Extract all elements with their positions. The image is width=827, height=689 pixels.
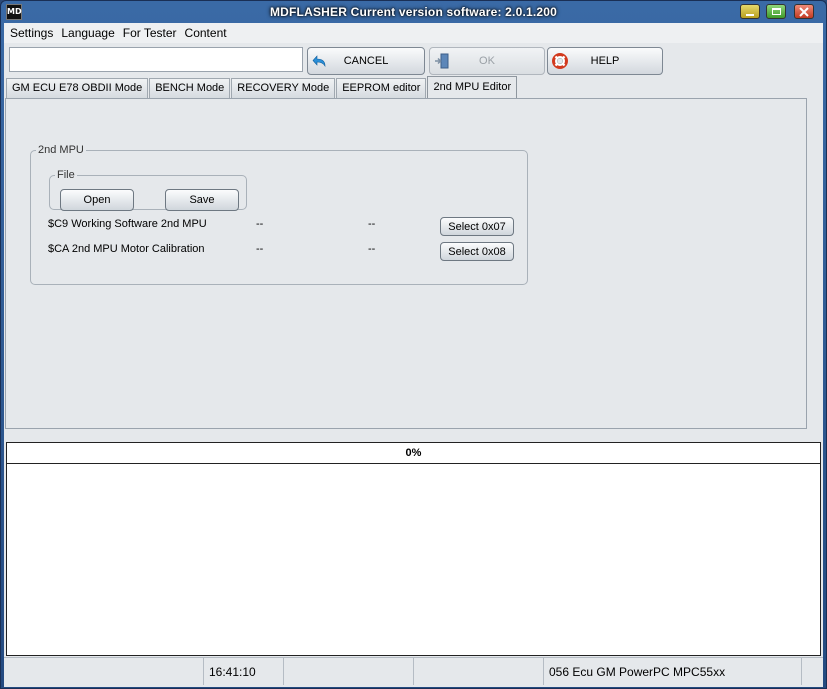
- window-title: MDFLASHER Current version software: 2.0.…: [269, 5, 558, 19]
- status-cell-3: [284, 657, 414, 685]
- maximize-button[interactable]: [766, 4, 786, 19]
- tab-bench-mode[interactable]: BENCH Mode: [149, 78, 231, 98]
- cancel-button[interactable]: CANCEL: [307, 47, 425, 75]
- tab-2nd-mpu-editor[interactable]: 2nd MPU Editor: [427, 76, 518, 98]
- row-ca-label: $CA 2nd MPU Motor Calibration: [48, 243, 205, 255]
- minimize-icon: [746, 13, 754, 16]
- menu-bar: Settings Language For Tester Content: [4, 23, 823, 43]
- title-bar[interactable]: MD MDFLASHER Current version software: 2…: [1, 1, 826, 23]
- group-file: File Open Save: [49, 169, 247, 211]
- group-2nd-mpu-label: 2nd MPU: [38, 144, 84, 156]
- toolbar-text-input[interactable]: [9, 47, 303, 72]
- save-file-button[interactable]: Save: [165, 189, 239, 211]
- tab-gm-ecu-e78-obdii-mode[interactable]: GM ECU E78 OBDII Mode: [6, 78, 149, 98]
- progress-text: 0%: [405, 447, 422, 459]
- maximize-icon: [771, 8, 781, 15]
- help-button-label: HELP: [590, 55, 620, 67]
- status-time: 16:41:10: [204, 657, 284, 685]
- open-file-button[interactable]: Open: [60, 189, 134, 211]
- row-ca-value2: --: [368, 243, 376, 255]
- ok-button-label: OK: [479, 55, 495, 67]
- tab-panel-2nd-mpu-editor: 2nd MPU File Open Save $C9 Working Softw…: [5, 98, 807, 429]
- menu-content[interactable]: Content: [181, 23, 231, 43]
- select-0x07-button[interactable]: Select 0x07: [440, 217, 514, 236]
- help-button[interactable]: HELP: [547, 47, 663, 75]
- status-ecu-type: 056 Ecu GM PowerPC MPC55xx: [544, 657, 802, 685]
- progress-bar: 0%: [6, 442, 821, 464]
- group-file-label: File: [57, 169, 75, 181]
- status-cell-6: [802, 657, 823, 685]
- row-ca-value1: --: [256, 243, 264, 255]
- app-logo-icon[interactable]: MD: [6, 4, 22, 20]
- door-enter-icon: [435, 53, 449, 69]
- minimize-button[interactable]: [740, 4, 760, 19]
- row-c9-value2: --: [368, 218, 376, 230]
- tab-eeprom-editor[interactable]: EEPROM editor: [336, 78, 427, 98]
- menu-language[interactable]: Language: [57, 23, 118, 43]
- ok-button[interactable]: OK: [429, 47, 545, 75]
- close-icon: [799, 6, 809, 17]
- row-c9-label: $C9 Working Software 2nd MPU: [48, 218, 207, 230]
- log-output-area[interactable]: [6, 464, 821, 656]
- menu-for-tester[interactable]: For Tester: [119, 23, 181, 43]
- group-2nd-mpu: 2nd MPU File Open Save $C9 Working Softw…: [30, 144, 528, 285]
- menu-settings[interactable]: Settings: [6, 23, 57, 43]
- row-c9-value1: --: [256, 218, 264, 230]
- status-bar: 16:41:10 056 Ecu GM PowerPC MPC55xx: [4, 657, 823, 685]
- undo-arrow-icon: [312, 55, 326, 68]
- close-button[interactable]: [794, 4, 814, 19]
- lifebuoy-icon: [552, 53, 568, 69]
- status-cell-1: [4, 657, 204, 685]
- cancel-button-label: CANCEL: [343, 55, 389, 67]
- main-window: MD MDFLASHER Current version software: 2…: [0, 0, 827, 689]
- mode-tabs: GM ECU E78 OBDII Mode BENCH Mode RECOVER…: [6, 76, 518, 98]
- tab-recovery-mode[interactable]: RECOVERY Mode: [231, 78, 336, 98]
- client-area: Settings Language For Tester Content CAN…: [4, 23, 823, 687]
- select-0x08-button[interactable]: Select 0x08: [440, 242, 514, 261]
- status-cell-4: [414, 657, 544, 685]
